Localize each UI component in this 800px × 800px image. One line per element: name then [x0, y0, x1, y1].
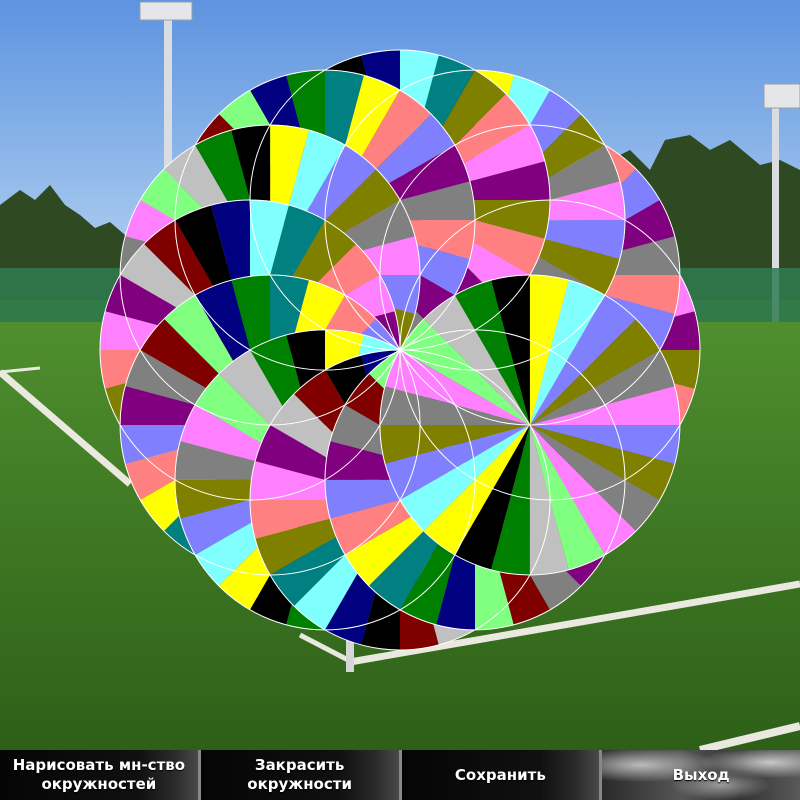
fill-circles-button[interactable]: Закрасить окружности	[200, 750, 402, 800]
fill-circles-label: Закрасить окружности	[247, 756, 352, 793]
exit-label: Выход	[672, 765, 730, 784]
draw-circles-button[interactable]: Нарисовать мн-ство окружностей	[0, 750, 201, 800]
save-label: Сохранить	[454, 765, 546, 784]
canvas[interactable]	[0, 0, 800, 800]
draw-circles-label: Нарисовать мн-ство окружностей	[12, 756, 186, 793]
exit-button[interactable]: Выход	[602, 750, 800, 800]
bottom-toolbar: Нарисовать мн-ство окружностей Закрасить…	[0, 750, 800, 800]
save-button[interactable]: Сохранить	[401, 750, 603, 800]
